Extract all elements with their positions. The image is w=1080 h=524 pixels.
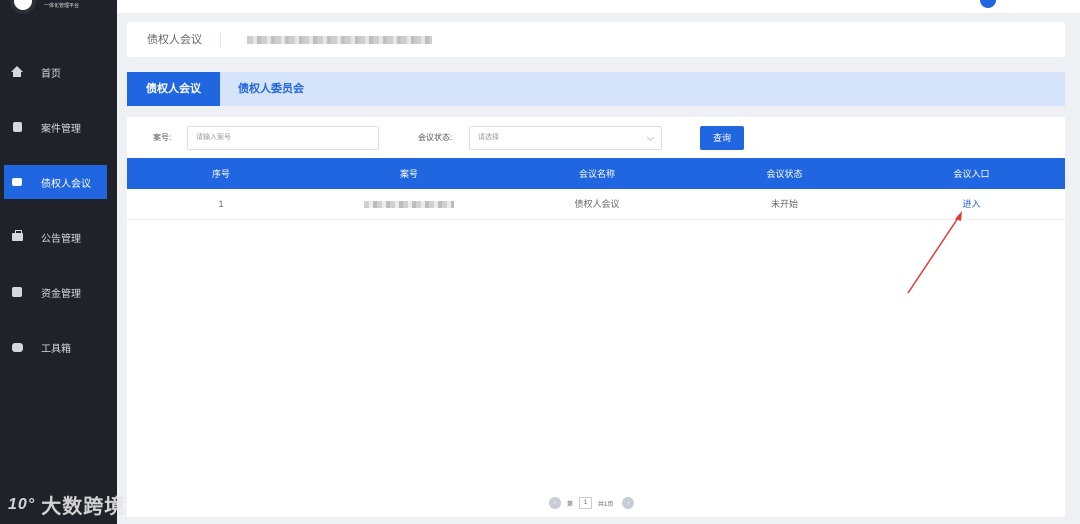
column-header-meeting-status: 会议状态 xyxy=(691,158,878,189)
case-icon xyxy=(11,121,23,133)
cell-case-number xyxy=(315,189,503,220)
query-button[interactable]: 查询 xyxy=(700,126,744,150)
logo-mark xyxy=(10,0,36,14)
column-header-case-number: 案号 xyxy=(315,158,503,189)
top-bar xyxy=(117,0,1080,13)
meeting-status-placeholder: 请选择 xyxy=(478,134,499,141)
money-icon xyxy=(11,286,23,298)
sidebar-item-label: 资金管理 xyxy=(41,288,81,300)
sidebar-item-label: 公告管理 xyxy=(41,233,81,245)
next-page-button[interactable]: › xyxy=(622,497,635,509)
column-header-index: 序号 xyxy=(127,158,315,189)
toolbox-icon xyxy=(11,341,23,353)
tab-bar: 债权人会议 债权人委员会 xyxy=(127,72,1065,106)
page-number-input[interactable]: 1 xyxy=(579,497,593,509)
sidebar-item-label: 债权人会议 xyxy=(41,178,91,190)
cell-index: 1 xyxy=(127,189,315,220)
breadcrumb-title: 债权人会议 xyxy=(147,31,221,48)
briefcase-icon xyxy=(11,230,23,243)
pagination: ‹ 第 1 共1页 › xyxy=(549,496,635,510)
page-total: 共1页 xyxy=(598,501,614,508)
breadcrumb-redacted-case xyxy=(247,35,432,44)
case-number-label: 案号: xyxy=(153,133,172,142)
sidebar: 一体化管理平台 首页 案件管理 债权人会议 公告管理 资金管理 工具箱 xyxy=(0,0,117,524)
cell-meeting-name: 债权人会议 xyxy=(503,189,691,220)
watermark: 10° 大数跨境 xyxy=(8,490,125,519)
annotation-arrow xyxy=(907,211,962,294)
table-header-row: 序号 案号 会议名称 会议状态 会议入口 xyxy=(127,158,1065,189)
logo: 一体化管理平台 xyxy=(10,0,115,14)
main-panel: 案号: 请输入案号 会议状态: 请选择 查询 序号 案号 会议名称 会议状态 会… xyxy=(127,117,1065,517)
meeting-status-select[interactable]: 请选择 xyxy=(469,126,662,150)
video-icon xyxy=(11,176,23,188)
sidebar-item-label: 案件管理 xyxy=(41,123,81,135)
tab-creditor-committee[interactable]: 债权人委员会 xyxy=(227,72,315,106)
chevron-down-icon xyxy=(646,133,655,142)
sidebar-item-announcement[interactable]: 公告管理 xyxy=(4,220,107,254)
sidebar-item-case[interactable]: 案件管理 xyxy=(4,110,107,144)
cell-meeting-status: 未开始 xyxy=(691,189,878,220)
watermark-logo-icon: 10° xyxy=(8,495,36,513)
column-header-meeting-name: 会议名称 xyxy=(503,158,691,189)
user-avatar-icon[interactable] xyxy=(980,0,996,8)
redacted-case-number xyxy=(364,200,454,208)
page-prefix: 第 xyxy=(567,501,574,508)
filter-bar: 案号: 请输入案号 会议状态: 请选择 查询 xyxy=(127,126,1065,150)
breadcrumb: 债权人会议 xyxy=(127,22,1065,57)
sidebar-item-creditor-meeting[interactable]: 债权人会议 xyxy=(4,165,107,199)
prev-page-button[interactable]: ‹ xyxy=(549,497,561,509)
tab-creditor-meeting[interactable]: 债权人会议 xyxy=(127,72,220,106)
sidebar-item-label: 首页 xyxy=(41,68,61,80)
sidebar-item-toolbox[interactable]: 工具箱 xyxy=(4,330,107,364)
sidebar-item-funds[interactable]: 资金管理 xyxy=(4,275,107,309)
sidebar-item-home[interactable]: 首页 xyxy=(4,55,107,89)
watermark-text: 大数跨境 xyxy=(41,496,126,518)
meeting-status-label: 会议状态: xyxy=(418,133,453,142)
home-icon xyxy=(11,66,23,78)
sidebar-item-label: 工具箱 xyxy=(41,343,71,355)
logo-subtitle: 一体化管理平台 xyxy=(44,3,80,9)
case-number-input[interactable]: 请输入案号 xyxy=(187,126,379,150)
column-header-meeting-entry: 会议入口 xyxy=(878,158,1065,189)
